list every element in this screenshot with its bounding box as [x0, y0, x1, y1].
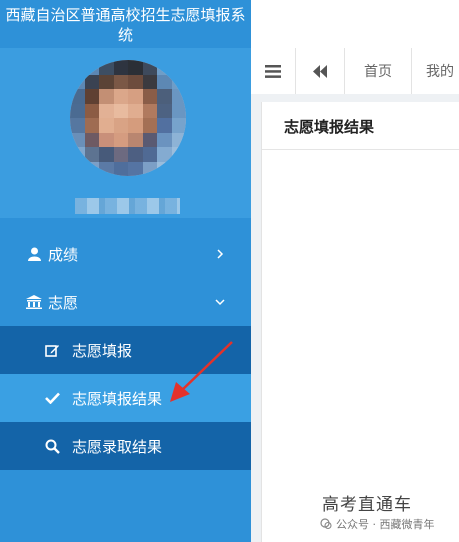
- menu-item-label: 成绩: [48, 245, 79, 264]
- avatar-pixel: [99, 132, 114, 147]
- avatar-pixel: [157, 118, 172, 133]
- user-icon: [26, 246, 42, 262]
- avatar-pixel: [171, 118, 186, 133]
- chevron-down-icon: [215, 299, 225, 306]
- tab-my[interactable]: 我的: [412, 48, 459, 94]
- avatar-pixel: [142, 132, 157, 147]
- hamburger-icon: [265, 64, 281, 78]
- avatar-pixel: [142, 103, 157, 118]
- avatar-pixel: [113, 161, 128, 176]
- avatar-pixel: [84, 161, 99, 176]
- avatar-pixel: [70, 132, 85, 147]
- avatar-pixel: [142, 161, 157, 176]
- search-icon: [44, 438, 60, 454]
- avatar-pixel: [99, 60, 114, 75]
- edit-icon: [44, 342, 60, 358]
- avatar-pixel: [171, 147, 186, 162]
- avatar-pixel: [70, 60, 85, 75]
- sidebar: 西藏自治区普通高校招生志愿填报系统 成绩 志愿 志愿填报 志愿填报结果 志愿录取…: [0, 0, 251, 542]
- avatar-pixel: [171, 89, 186, 104]
- avatar-pixel: [157, 132, 172, 147]
- avatar-pixel: [70, 89, 85, 104]
- user-profile: [0, 48, 251, 218]
- app-title: 西藏自治区普通高校招生志愿填报系统: [5, 6, 246, 44]
- watermark-subtitle-text: 公众号 · 西藏微青年: [336, 518, 435, 531]
- avatar-pixel: [84, 89, 99, 104]
- avatar-pixel: [142, 74, 157, 89]
- avatar-pixel: [142, 147, 157, 162]
- result-panel: 志愿填报结果: [261, 102, 459, 542]
- avatar-pixel: [99, 74, 114, 89]
- menu-item-scores[interactable]: 成绩: [0, 230, 251, 278]
- avatar-pixel: [157, 74, 172, 89]
- avatar-pixel: [171, 60, 186, 75]
- avatar[interactable]: [70, 60, 186, 176]
- avatar-pixel: [128, 74, 143, 89]
- avatar-pixel: [142, 60, 157, 75]
- avatar-pixel: [157, 89, 172, 104]
- avatar-pixel: [84, 132, 99, 147]
- menu-toggle-button[interactable]: [251, 48, 296, 94]
- avatar-pixel: [84, 74, 99, 89]
- avatar-pixel: [70, 147, 85, 162]
- avatar-pixel: [113, 132, 128, 147]
- avatar-pixel: [128, 132, 143, 147]
- avatar-pixel: [84, 60, 99, 75]
- avatar-pixel: [113, 60, 128, 75]
- avatar-pixel: [128, 118, 143, 133]
- avatar-pixel: [128, 89, 143, 104]
- top-bar: 首页 我的: [251, 48, 459, 95]
- avatar-pixel: [99, 161, 114, 176]
- avatar-pixel: [70, 161, 85, 176]
- bank-icon: [26, 294, 42, 310]
- avatar-pixel: [142, 118, 157, 133]
- avatar-pixel: [113, 74, 128, 89]
- double-chevron-left-icon: [313, 64, 327, 78]
- panel-title: 志愿填报结果: [262, 102, 459, 150]
- avatar-pixel: [113, 103, 128, 118]
- menu-item-label: 志愿: [48, 293, 79, 312]
- tab-home[interactable]: 首页: [345, 48, 412, 94]
- check-icon: [44, 390, 60, 406]
- menu-item-volunteer[interactable]: 志愿: [0, 278, 251, 326]
- watermark-title: 高考直通车: [322, 495, 412, 515]
- chevron-right-icon: [217, 249, 224, 259]
- avatar-pixel: [84, 103, 99, 118]
- avatar-pixel: [171, 74, 186, 89]
- avatar-pixel: [99, 89, 114, 104]
- submenu-item-label: 志愿填报结果: [72, 389, 163, 408]
- avatar-pixel: [157, 147, 172, 162]
- avatar-pixel: [99, 118, 114, 133]
- avatar-pixel: [70, 103, 85, 118]
- avatar-pixel: [171, 132, 186, 147]
- wechat-icon: [320, 518, 332, 530]
- avatar-pixel: [113, 89, 128, 104]
- red-arrow-annotation: [170, 341, 233, 402]
- avatar-pixel: [84, 118, 99, 133]
- avatar-pixel: [70, 118, 85, 133]
- avatar-pixel: [128, 147, 143, 162]
- avatar-pixel: [99, 103, 114, 118]
- avatar-pixel: [128, 103, 143, 118]
- avatar-pixel: [128, 161, 143, 176]
- avatar-pixel: [113, 147, 128, 162]
- avatar-pixel: [157, 103, 172, 118]
- username-blurred: [75, 198, 180, 214]
- avatar-pixel: [171, 161, 186, 176]
- avatar-pixel: [157, 60, 172, 75]
- submenu-item-label: 志愿填报: [72, 341, 133, 360]
- avatar-pixel: [84, 147, 99, 162]
- tabs-scroll-left-button[interactable]: [296, 48, 345, 94]
- submenu-item-admission[interactable]: 志愿录取结果: [0, 422, 251, 470]
- submenu-item-label: 志愿录取结果: [72, 437, 163, 456]
- avatar-pixel: [113, 118, 128, 133]
- avatar-pixel: [157, 161, 172, 176]
- avatar-pixel: [70, 74, 85, 89]
- watermark-subtitle: 公众号 · 西藏微青年: [320, 516, 435, 532]
- avatar-pixel: [171, 103, 186, 118]
- avatar-pixel: [99, 147, 114, 162]
- avatar-pixel: [128, 60, 143, 75]
- avatar-pixel: [142, 89, 157, 104]
- content-area: 志愿填报结果: [251, 94, 459, 542]
